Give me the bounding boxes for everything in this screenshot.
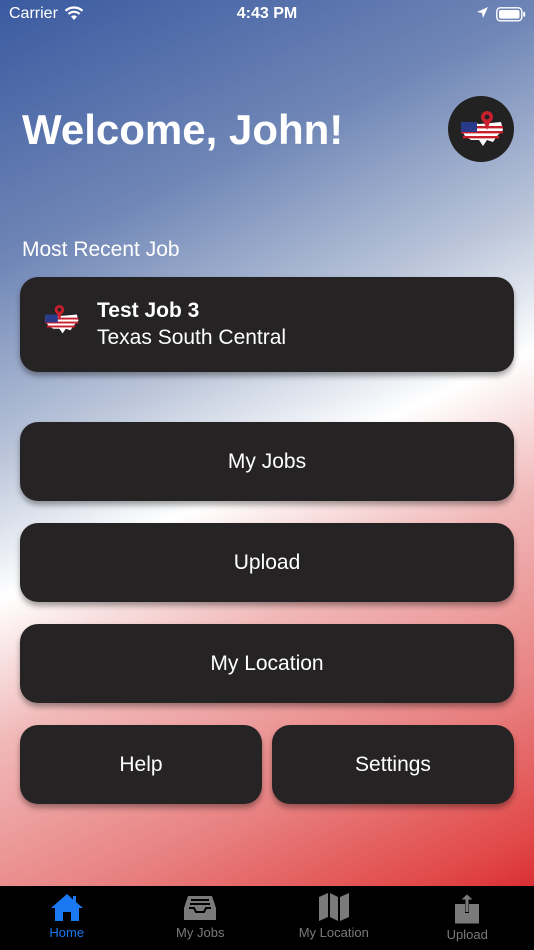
status-time: 4:43 PM	[236, 5, 298, 22]
status-bar: Carrier 4:43 PM	[0, 0, 534, 30]
recent-job-subtitle: Texas South Central	[97, 326, 287, 349]
recent-job-card[interactable]: Test Job 3 Texas South Central	[20, 277, 514, 372]
welcome-heading: Welcome, John!	[22, 106, 344, 153]
tab-upload[interactable]: Upload	[401, 886, 534, 950]
tab-upload-label: Upload	[446, 927, 488, 942]
map-icon	[318, 893, 349, 921]
most-recent-job-label: Most Recent Job	[22, 238, 180, 261]
settings-button[interactable]: Settings	[272, 725, 514, 804]
my-location-button[interactable]: My Location	[20, 624, 514, 703]
home-icon	[50, 894, 83, 921]
upload-icon	[455, 893, 480, 924]
tab-bar: Home My Jobs My Location Upload	[0, 886, 534, 950]
battery-icon	[496, 7, 526, 27]
usa-map-pin-icon	[45, 304, 79, 334]
usa-map-pin-icon	[461, 111, 503, 146]
tab-my-location-label: My Location	[298, 925, 369, 940]
tray-icon	[184, 896, 217, 920]
location-arrow-icon	[476, 6, 489, 24]
tab-home-label: Home	[49, 925, 85, 940]
tab-home[interactable]: Home	[0, 886, 134, 950]
help-button[interactable]: Help	[20, 725, 262, 804]
upload-button[interactable]: Upload	[20, 523, 514, 602]
tab-my-jobs-label: My Jobs	[176, 925, 225, 940]
profile-avatar[interactable]	[448, 96, 514, 162]
tab-my-jobs[interactable]: My Jobs	[134, 886, 268, 950]
my-jobs-button[interactable]: My Jobs	[20, 422, 514, 501]
tab-my-location[interactable]: My Location	[267, 886, 401, 950]
recent-job-title: Test Job 3	[97, 299, 200, 322]
